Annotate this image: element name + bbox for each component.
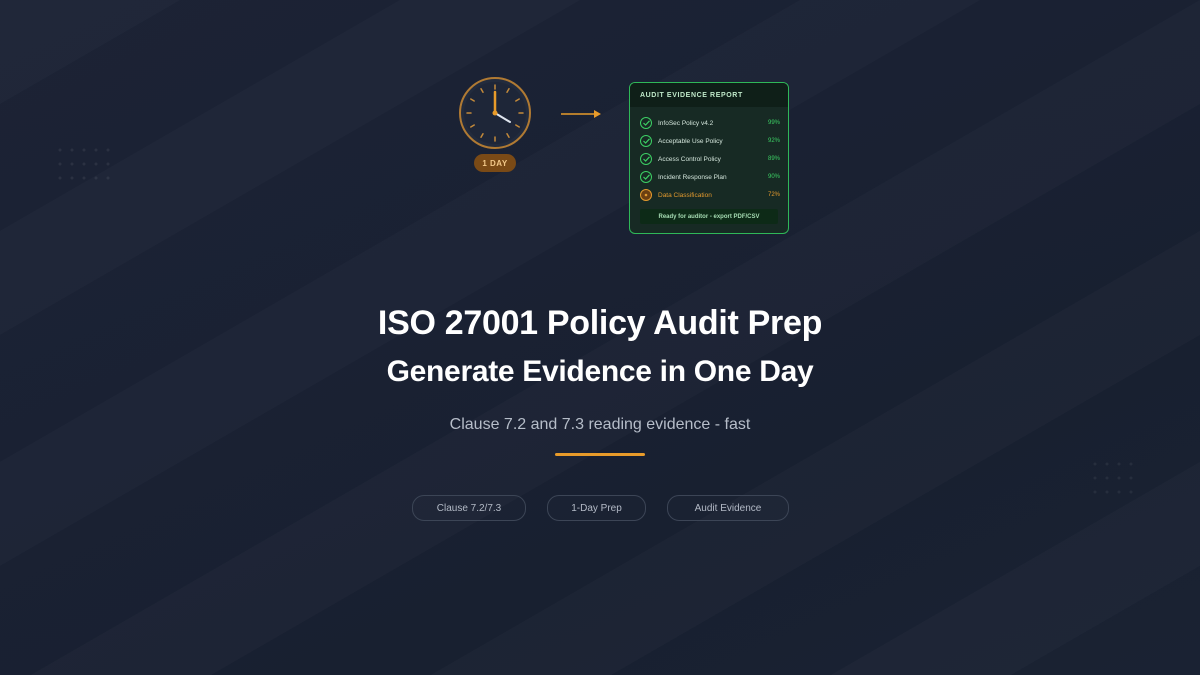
page-subtitle: Generate Evidence in One Day	[386, 355, 814, 388]
check-circle-icon	[640, 171, 652, 183]
report-item-label: Data Classification	[658, 191, 712, 199]
check-circle-icon	[640, 153, 652, 165]
report-item: InfoSec Policy v4.2 99%	[640, 116, 780, 130]
clock-day-badge: 1 DAY	[474, 154, 516, 172]
report-item-label: Acceptable Use Policy	[658, 137, 723, 145]
check-circle-icon	[640, 117, 652, 129]
report-item-warning: Data Classification 72%	[640, 188, 780, 202]
arrow-right-icon	[561, 107, 601, 125]
dot-grid-right	[1093, 462, 1153, 512]
tag-clause: Clause 7.2/7.3	[412, 495, 526, 521]
page-title: ISO 27001 Policy Audit Prep	[377, 304, 823, 342]
audit-evidence-report-card: AUDIT EVIDENCE REPORT InfoSec Policy v4.…	[629, 82, 789, 234]
report-item-value: 92%	[767, 138, 780, 144]
accent-divider	[555, 453, 645, 456]
tag-audit-evidence: Audit Evidence	[667, 495, 789, 521]
clock-icon	[458, 76, 532, 150]
report-item-label: Incident Response Plan	[658, 173, 727, 181]
report-item-value: 72%	[767, 192, 780, 198]
tagline: Clause 7.2 and 7.3 reading evidence - fa…	[449, 416, 751, 433]
dot-grid-left	[58, 148, 118, 198]
check-circle-icon	[640, 135, 652, 147]
report-item: Access Control Policy 89%	[640, 152, 780, 166]
warning-circle-icon	[640, 189, 652, 201]
report-item: Incident Response Plan 90%	[640, 170, 780, 184]
report-footer-status: Ready for auditor - export PDF/CSV	[640, 209, 778, 224]
report-item-value: 90%	[767, 174, 780, 180]
report-item-label: InfoSec Policy v4.2	[658, 119, 714, 127]
report-item-value: 89%	[767, 156, 780, 162]
report-item-value: 99%	[767, 120, 780, 126]
report-title: AUDIT EVIDENCE REPORT	[630, 83, 788, 107]
tag-one-day-prep: 1-Day Prep	[547, 495, 646, 521]
report-item-label: Access Control Policy	[658, 155, 721, 163]
report-item: Acceptable Use Policy 92%	[640, 134, 780, 148]
